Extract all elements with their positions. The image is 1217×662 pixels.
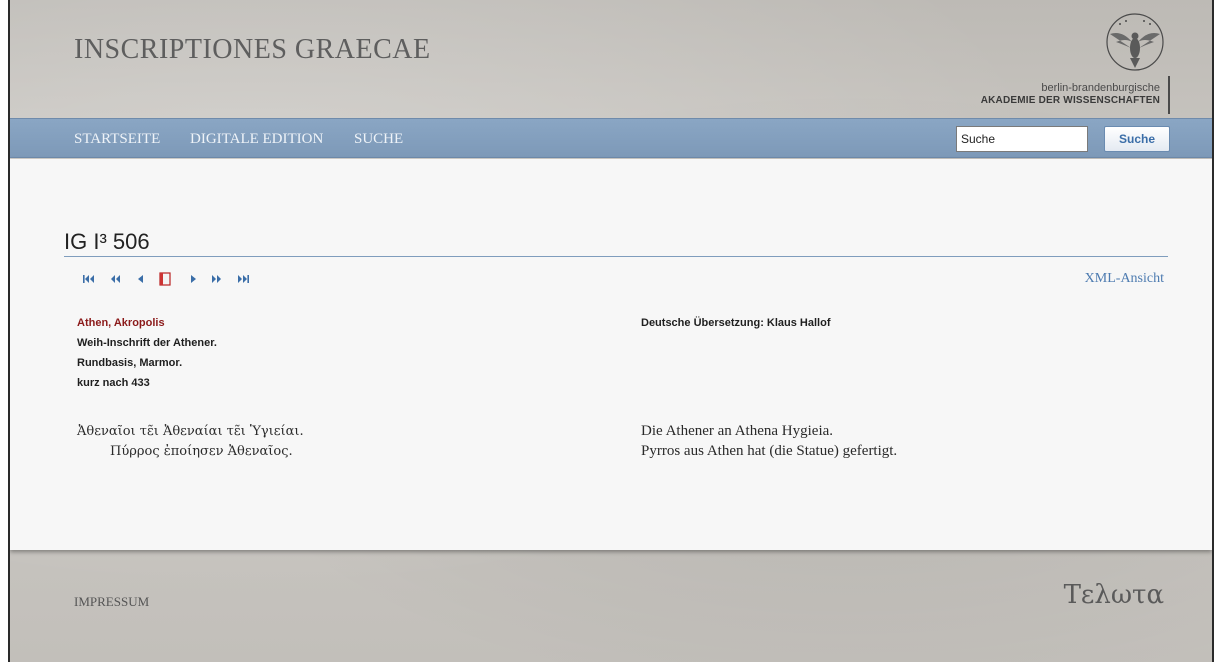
next-icon[interactable] [186,273,200,285]
forward-far-icon[interactable] [210,273,224,285]
search-button[interactable]: Suche [1104,126,1170,152]
previous-icon[interactable] [134,273,148,285]
main-nav: STARTSEITE DIGITALE EDITION SUCHE Suche [10,118,1212,158]
greek-line-2: Πύρρος ἐποίησεν Ἀθεναῖος. [110,444,293,459]
nav-item-startseite[interactable]: STARTSEITE [74,131,160,148]
logo-text-line1: berlin-brandenburgische [1041,82,1160,94]
academy-logo[interactable]: berlin-brandenburgische AKADEMIE DER WIS… [974,10,1174,114]
impressum-link[interactable]: IMPRESSUM [74,594,149,610]
translation-heading: Deutsche Übersetzung: Klaus Hallof [641,317,831,329]
back-far-icon[interactable] [108,273,122,285]
inscription-place: Athen, Akropolis [77,317,165,329]
eagle-emblem-icon [1106,13,1164,71]
nav-item-digitale-edition[interactable]: DIGITALE EDITION [190,131,323,148]
site-title[interactable]: INSCRIPTIONES GRAECAE [74,34,431,66]
page-frame: INSCRIPTIONES GRAECAE berlin-brandenburg… [8,0,1214,662]
search-input[interactable] [956,126,1088,152]
inscription-object: Rundbasis, Marmor. [77,357,183,369]
last-icon[interactable] [236,273,250,285]
site-header: INSCRIPTIONES GRAECAE berlin-brandenburg… [10,0,1212,118]
inscription-date: kurz nach 433 [77,377,150,389]
telota-logo[interactable]: Τελωτα [1064,580,1164,610]
inscription-type: Weih-Inschrift der Athener. [77,337,217,349]
site-footer: IMPRESSUM Τελωτα [10,550,1212,662]
nav-item-suche[interactable]: SUCHE [354,131,403,148]
book-icon[interactable] [158,272,174,286]
german-line-2: Pyrros aus Athen hat (die Statue) gefert… [641,443,898,459]
xml-view-link[interactable]: XML-Ansicht [1085,271,1164,287]
page-title: IG I³ 506 [64,229,150,254]
logo-divider [1168,76,1170,114]
first-icon[interactable] [82,273,96,285]
logo-text-line2: AKADEMIE DER WISSENSCHAFTEN [980,95,1160,106]
main-content: IG I³ 506 XML-Ansicht Athen, Akropolis W… [10,159,1212,550]
title-divider [64,256,1168,257]
german-line-1: Die Athener an Athena Hygieia. [641,423,834,439]
greek-line-1: Ἀθεναῖοι τε̃ι Ἀθεναίαι τε̃ι Ὑγιείαι. [77,424,304,439]
